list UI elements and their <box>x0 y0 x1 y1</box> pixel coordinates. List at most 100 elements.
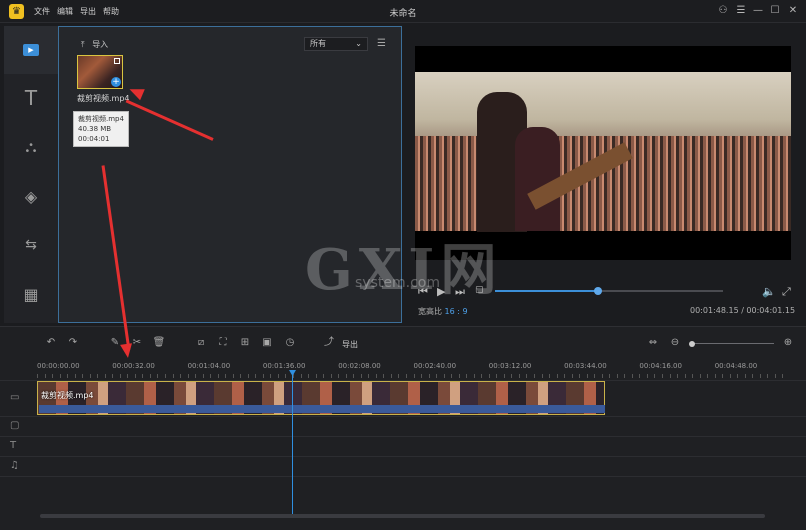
ruler-tick <box>44 374 46 378</box>
ruler-tick <box>511 374 513 378</box>
ruler-tick <box>639 374 641 378</box>
ruler-tick <box>277 374 279 378</box>
ruler-tick <box>285 374 287 378</box>
overlay-tab[interactable]: ◈ <box>4 172 58 220</box>
menu-icon[interactable]: ☰ <box>734 4 748 18</box>
crop-icon[interactable]: ⧄ <box>194 336 208 350</box>
aspect-label: 宽高比 <box>418 307 442 316</box>
ruler-tick <box>157 374 159 378</box>
ruler-tick <box>398 374 400 378</box>
duration-icon[interactable]: ◷ <box>283 336 297 350</box>
ruler-tick <box>202 374 204 378</box>
text-tab[interactable]: T <box>4 74 58 122</box>
filter-tab[interactable]: ⛬ <box>4 123 58 171</box>
filter-dropdown[interactable]: 所有 ⌄ <box>304 37 368 51</box>
ruler-tick <box>119 374 121 378</box>
ruler-tick <box>52 374 54 378</box>
export-icon[interactable]: ⤴ <box>322 336 336 350</box>
ruler-tick <box>104 374 106 378</box>
fullscreen-icon[interactable]: ⤢ <box>782 285 791 299</box>
ruler-tick <box>661 374 663 378</box>
ruler-tick <box>383 374 385 378</box>
import-button[interactable]: ⤒ 导入 <box>81 39 108 50</box>
chevron-down-icon: ⌄ <box>355 39 362 48</box>
ruler-tick <box>89 374 91 378</box>
ruler-tick <box>631 374 633 378</box>
ruler-tick <box>579 374 581 378</box>
export-label[interactable]: 导出 <box>342 339 358 350</box>
ruler-label: 00:04:16.00 <box>639 362 682 370</box>
zoom-out-icon[interactable]: ⊖ <box>668 336 682 350</box>
track-divider <box>0 416 806 417</box>
zoom-frame-icon[interactable]: ⛶ <box>216 336 230 350</box>
ruler-tick <box>714 374 716 378</box>
element-tab[interactable]: ▦ <box>4 270 58 318</box>
aspect-ratio[interactable]: 宽高比 16 : 9 <box>418 306 468 317</box>
layers-icon: ◈ <box>24 186 38 206</box>
ruler-tick <box>315 374 317 378</box>
select-checkbox[interactable] <box>114 58 120 64</box>
video-frame <box>415 72 791 232</box>
ruler-tick <box>338 374 340 378</box>
media-tab[interactable]: ▶ <box>4 26 58 74</box>
timeline-clip[interactable]: 裁剪视频.mp4 <box>37 381 605 415</box>
ruler-tick <box>609 374 611 378</box>
zoom-slider[interactable] <box>692 343 774 344</box>
ruler-tick <box>526 374 528 378</box>
list-view-icon[interactable]: ☰ <box>377 38 386 49</box>
clip-name: 裁剪视频.mp4 <box>41 391 94 400</box>
transition-tab[interactable]: ⇆ <box>4 221 58 269</box>
ruler-tick <box>390 374 392 378</box>
media-thumbnail[interactable]: + <box>77 55 123 89</box>
playhead[interactable] <box>292 372 293 514</box>
undo-icon[interactable]: ↶ <box>44 336 58 350</box>
ruler-tick <box>134 374 136 378</box>
ruler-tick <box>195 374 197 378</box>
tooltip-size: 40.38 MB <box>78 125 112 133</box>
ruler-label: 00:01:04.00 <box>187 362 231 370</box>
ruler-tick <box>669 374 671 378</box>
ruler-label: 00:02:40.00 <box>413 362 457 370</box>
ruler-label: 00:00:32.00 <box>112 362 155 370</box>
horizontal-scrollbar[interactable] <box>40 514 765 518</box>
ruler-tick <box>353 374 355 378</box>
zoom-in-icon[interactable]: ⊕ <box>781 336 795 350</box>
volume-icon[interactable]: 🔈 <box>762 285 776 298</box>
ruler-tick <box>481 374 483 378</box>
ruler-tick <box>232 374 234 378</box>
ruler-tick <box>684 374 686 378</box>
ruler-tick <box>744 374 746 378</box>
ruler-tick <box>330 374 332 378</box>
time-ruler[interactable]: 00:00:00.00 00:00:32.00 00:01:04.00 00:01:3… <box>37 362 793 378</box>
ruler-tick <box>172 374 174 378</box>
ruler-tick <box>722 374 724 378</box>
ruler-tick <box>594 374 596 378</box>
ruler-label: 00:04:48.00 <box>714 362 758 370</box>
ruler-tick <box>240 374 242 378</box>
close-icon[interactable]: ✕ <box>786 4 800 18</box>
ruler-tick <box>654 374 656 378</box>
ruler-tick <box>571 374 573 378</box>
video-track-icon: ▭ <box>10 392 20 403</box>
annotation-arrowhead <box>120 343 134 359</box>
redo-icon[interactable]: ↷ <box>66 336 80 350</box>
progress-handle[interactable] <box>593 287 602 295</box>
fit-icon[interactable]: ⇔ <box>646 336 660 350</box>
ruler-tick <box>549 374 551 378</box>
delete-icon[interactable]: 🗑 <box>152 336 166 350</box>
tool-rail: ▶ T ⛬ ◈ ⇆ ▦ <box>4 26 58 323</box>
add-to-timeline-icon[interactable]: + <box>111 77 121 87</box>
account-icon[interactable]: ⚇ <box>716 4 730 18</box>
ruler-tick <box>308 374 310 378</box>
ruler-tick <box>67 374 69 378</box>
aspect-value: 16 : 9 <box>444 307 468 316</box>
minimize-icon[interactable]: — <box>751 4 765 18</box>
ruler-tick <box>518 374 520 378</box>
snapshot-icon[interactable]: ▣ <box>260 336 274 350</box>
ruler-tick <box>759 374 761 378</box>
ruler-tick <box>97 374 99 378</box>
zoom-handle[interactable] <box>689 341 695 347</box>
watermark-logo: GXI网 <box>305 237 503 303</box>
mosaic-icon[interactable]: ⊞ <box>238 336 252 350</box>
maximize-icon[interactable]: ☐ <box>768 4 782 18</box>
